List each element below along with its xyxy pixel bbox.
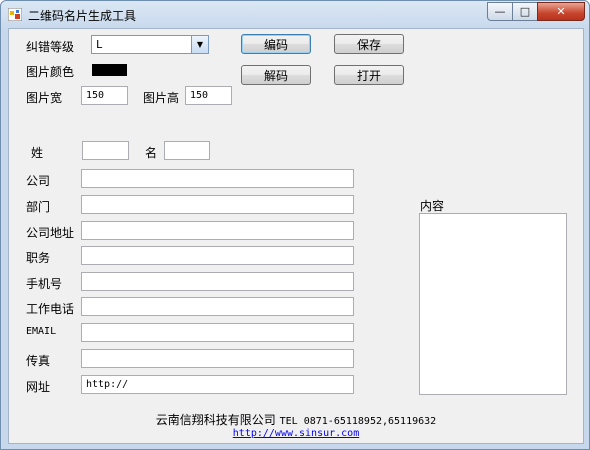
company-input[interactable] <box>81 169 354 188</box>
website-input[interactable] <box>81 375 354 394</box>
app-window: 二维码名片生成工具 — □ ✕ 纠错等级 L ▼ 图片颜色 图片宽 图片高 编码… <box>0 0 590 450</box>
client-area: 纠错等级 L ▼ 图片颜色 图片宽 图片高 编码 解码 保存 打开 姓 名 公司… <box>8 28 584 444</box>
position-input[interactable] <box>81 246 354 265</box>
address-label: 公司地址 <box>26 226 75 240</box>
title-bar[interactable]: 二维码名片生成工具 — □ ✕ <box>1 1 589 28</box>
close-icon: ✕ <box>556 5 566 18</box>
work-phone-label: 工作电话 <box>26 302 75 316</box>
company-label: 公司 <box>26 174 51 188</box>
fax-input[interactable] <box>81 349 354 368</box>
height-label: 图片高 <box>143 91 180 105</box>
window-title: 二维码名片生成工具 <box>28 9 137 23</box>
chevron-down-icon[interactable]: ▼ <box>191 36 208 53</box>
website-label: 网址 <box>26 380 51 394</box>
fax-label: 传真 <box>26 354 51 368</box>
position-label: 职务 <box>26 251 51 265</box>
footer-website-link[interactable]: http://www.sinsur.com <box>233 428 359 439</box>
decode-button[interactable]: 解码 <box>241 65 311 85</box>
error-level-label: 纠错等级 <box>26 40 75 54</box>
address-input[interactable] <box>81 221 354 240</box>
surname-input[interactable] <box>82 141 129 160</box>
given-name-label: 名 <box>145 146 158 160</box>
content-textarea[interactable] <box>419 213 567 395</box>
encode-button[interactable]: 编码 <box>241 34 311 54</box>
open-button[interactable]: 打开 <box>334 65 404 85</box>
footer-link-line: http://www.sinsur.com <box>9 425 583 439</box>
mobile-label: 手机号 <box>26 277 63 291</box>
app-icon <box>8 8 22 21</box>
mobile-input[interactable] <box>81 272 354 291</box>
content-label: 内容 <box>420 199 445 213</box>
color-label: 图片颜色 <box>26 65 75 79</box>
given-name-input[interactable] <box>164 141 210 160</box>
surname-label: 姓 <box>31 146 44 160</box>
email-label: EMAIL <box>26 326 57 337</box>
width-label: 图片宽 <box>26 91 63 105</box>
error-level-value: L <box>96 38 103 51</box>
email-input[interactable] <box>81 323 354 342</box>
color-swatch[interactable] <box>92 64 127 76</box>
minimize-icon: — <box>494 5 506 18</box>
department-input[interactable] <box>81 195 354 214</box>
save-button[interactable]: 保存 <box>334 34 404 54</box>
work-phone-input[interactable] <box>81 297 354 316</box>
error-level-select[interactable]: L ▼ <box>91 35 209 54</box>
minimize-button[interactable]: — <box>487 2 513 21</box>
department-label: 部门 <box>26 200 51 214</box>
close-button[interactable]: ✕ <box>537 2 585 21</box>
maximize-icon: □ <box>519 5 531 18</box>
maximize-button[interactable]: □ <box>512 2 538 21</box>
width-input[interactable] <box>81 86 128 105</box>
height-input[interactable] <box>185 86 232 105</box>
